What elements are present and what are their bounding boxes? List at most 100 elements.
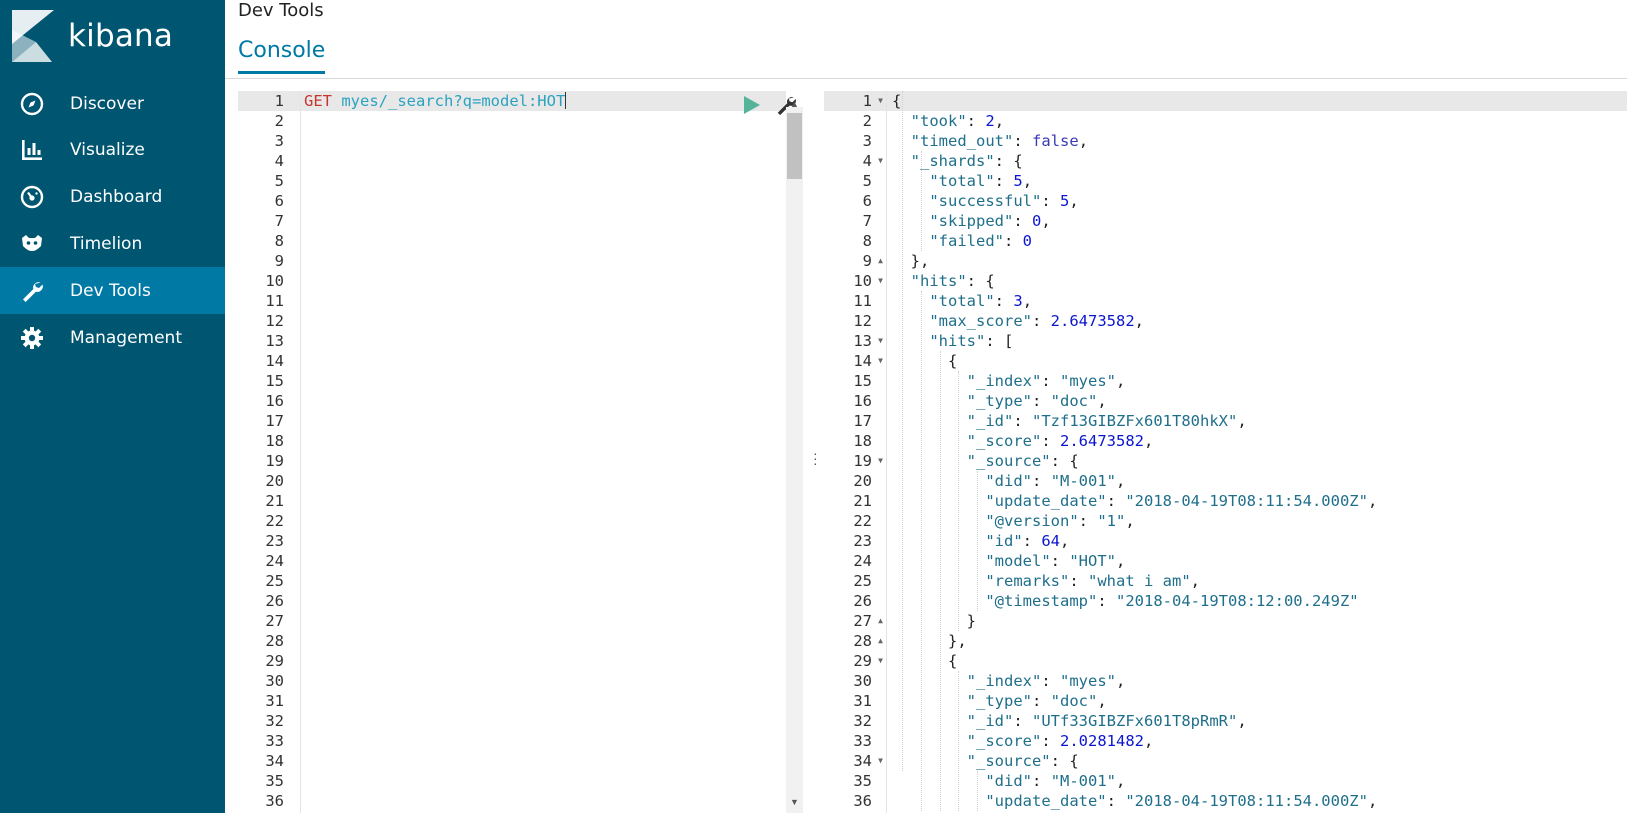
sidebar-item-dev-tools[interactable]: Dev Tools [0,267,225,314]
json-number: 2.6473582 [1060,432,1144,450]
line-number: 23 [853,532,872,550]
line-number: 12 [853,312,872,330]
json-punct [892,132,911,150]
json-punct [1041,392,1050,410]
line-number: 2 [274,112,284,130]
json-punct [1107,592,1116,610]
sidebar-item-discover[interactable]: Discover [0,80,225,127]
json-punct: [ [994,332,1014,350]
text-cursor [565,92,567,109]
fold-open-icon[interactable]: ▼ [878,451,883,471]
fold-close-icon[interactable]: ▲ [878,251,883,271]
fold-open-icon[interactable]: ▼ [878,271,883,291]
fold-open-icon[interactable]: ▼ [878,651,883,671]
response-line: "remarks": "what i am", [892,571,1200,591]
line-number: 35 [853,772,872,790]
json-punct: { [1004,152,1023,170]
json-punct: : [1041,672,1051,690]
json-punct: } [892,612,976,630]
response-line: "total": 3, [892,291,1032,311]
send-request-play-icon[interactable] [743,95,761,115]
line-number: 34 [853,752,872,770]
sidebar-item-label: Timelion [70,234,143,254]
kibana-logo[interactable]: kibana [12,10,212,65]
json-punct [892,552,985,570]
json-punct [892,372,967,390]
sidebar-item-label: Management [70,328,182,348]
scroll-up-arrow-icon[interactable]: ▲ [790,99,799,109]
request-method: GET [304,92,332,110]
json-punct [892,572,985,590]
dashboard-gauge-icon [20,185,44,209]
response-line: "_score": 2.0281482, [892,731,1154,751]
json-string: "2018-04-19T08:11:54.000Z" [1125,492,1368,510]
sidebar-item-management[interactable]: Management [0,314,225,361]
json-key: "max_score" [929,312,1032,330]
request-editor[interactable]: 1 2 3 4 5 6 7 8 9 10 11 12 13 14 15 16 17 18 19 20 21 22 23 24 2… [238,91,806,813]
json-punct: , [1069,192,1079,210]
line-number: 8 [862,232,872,250]
json-punct: }, [892,632,967,650]
json-punct: , [1237,712,1247,730]
line-number: 20 [265,472,284,490]
line-number: 31 [853,692,872,710]
line-number: 34 [265,752,284,770]
request-code[interactable]: GET myes/_search?q=model:HOT [304,91,784,813]
json-punct: : [966,272,977,290]
line-number: 35 [265,772,284,790]
json-punct: , [1097,392,1107,410]
json-punct: , [1367,492,1378,510]
panel-resizer[interactable]: · · · [806,91,824,813]
response-line: "_index": "myes", [892,371,1126,391]
fold-open-icon[interactable]: ▼ [878,151,883,171]
fold-close-icon[interactable]: ▲ [878,631,883,651]
json-punct [976,112,985,130]
json-key: "_score" [966,432,1042,450]
json-punct: : [994,152,1005,170]
line-number: 21 [265,492,284,510]
json-punct [1041,692,1050,710]
json-punct [1004,172,1013,190]
response-viewer[interactable]: 1 ▼ 2 3 4 ▼ 5 6 7 8 9 ▲ 10 ▼ 11 12 13 ▼ 14 ▼ 15 16 17 18 19 ▼ 20 21… [824,91,1627,813]
line-number: 23 [265,532,284,550]
request-scrollbar[interactable]: ▲ ▼ [786,99,803,813]
line-number: 1 [862,92,872,110]
json-punct: : [1032,772,1042,790]
json-punct: { [976,272,995,290]
json-key: "_index" [966,372,1042,390]
sidebar-item-timelion[interactable]: Timelion [0,220,225,267]
line-number: 15 [853,372,872,390]
json-punct: : [1032,472,1042,490]
fold-open-icon[interactable]: ▼ [878,351,883,371]
json-string: "Tzf13GIBZFx601T80hkX" [1032,412,1238,430]
json-punct: : [1013,132,1023,150]
tab-console[interactable]: Console [238,38,326,74]
json-punct: , [1078,132,1089,150]
json-punct: : [1050,752,1060,770]
json-punct: : [1041,372,1051,390]
json-string: "2018-04-19T08:11:54.000Z" [1125,792,1368,810]
line-number: 5 [862,172,872,190]
fold-open-icon[interactable]: ▼ [878,751,883,771]
sidebar-item-dashboard[interactable]: Dashboard [0,173,225,220]
response-line: "failed": 0 [892,231,1032,251]
json-punct [1023,212,1032,230]
json-punct [892,712,967,730]
fold-open-icon[interactable]: ▼ [878,331,883,351]
json-key: "hits" [910,272,967,290]
fold-close-icon[interactable]: ▲ [878,611,883,631]
scrollbar-thumb[interactable] [787,113,802,179]
json-key: "_source" [966,452,1051,470]
json-punct: : [1050,552,1060,570]
line-number: 33 [853,732,872,750]
json-key: "_source" [966,752,1051,770]
response-line: "update_date": "2018-04-19T08:11:54.000Z… [892,791,1377,811]
line-number: 36 [265,792,284,810]
json-key: "_shards" [910,152,995,170]
sidebar-item-visualize[interactable]: Visualize [0,126,225,173]
scroll-down-arrow-icon[interactable]: ▼ [790,797,799,807]
line-number: 24 [265,552,284,570]
json-punct: , [1022,292,1033,310]
json-key: "took" [910,112,967,130]
fold-open-icon[interactable]: ▼ [878,91,883,111]
